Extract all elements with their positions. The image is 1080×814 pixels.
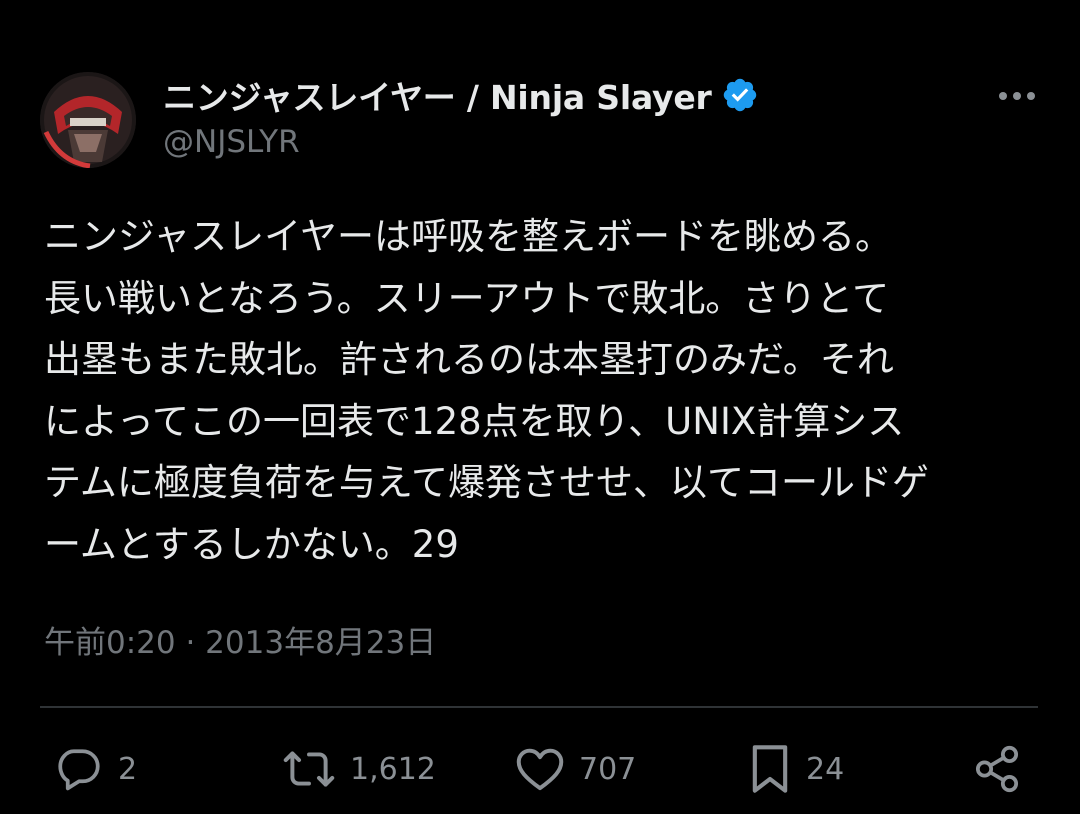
tweet-text: ニンジャスレイヤーは呼吸を整えボードを眺める。 長い戦いとなろう。スリーアウトで… bbox=[44, 215, 930, 566]
retweet-icon bbox=[283, 751, 335, 787]
reply-count: 2 bbox=[118, 751, 138, 787]
bookmark-icon bbox=[752, 745, 788, 793]
share-icon bbox=[975, 745, 1019, 793]
tweet-timestamp[interactable]: 午前0:20 · 2013年8月23日 bbox=[44, 617, 436, 662]
like-count: 707 bbox=[579, 751, 637, 787]
verified-badge-icon bbox=[723, 78, 756, 112]
display-name[interactable]: ニンジャスレイヤー / Ninja Slayer bbox=[163, 71, 712, 119]
heart-icon bbox=[516, 748, 564, 791]
retweet-count: 1,612 bbox=[350, 751, 436, 787]
more-options-button[interactable] bbox=[996, 84, 1038, 108]
share-button[interactable] bbox=[972, 740, 1022, 798]
retweet-button[interactable]: 1,612 bbox=[282, 740, 436, 798]
avatar[interactable] bbox=[40, 72, 136, 168]
name-row: ニンジャスレイヤー / Ninja Slayer bbox=[163, 72, 759, 118]
like-button[interactable]: 707 bbox=[515, 740, 636, 798]
bookmark-button[interactable]: 24 bbox=[748, 740, 844, 798]
author-header: ニンジャスレイヤー / Ninja Slayer @NJSLYR bbox=[163, 72, 759, 160]
bookmark-count: 24 bbox=[806, 751, 845, 787]
author-handle[interactable]: @NJSLYR bbox=[163, 124, 759, 160]
reply-icon bbox=[58, 749, 100, 791]
divider bbox=[40, 706, 1038, 708]
more-icon bbox=[999, 92, 1035, 100]
reply-button[interactable]: 2 bbox=[54, 740, 137, 798]
